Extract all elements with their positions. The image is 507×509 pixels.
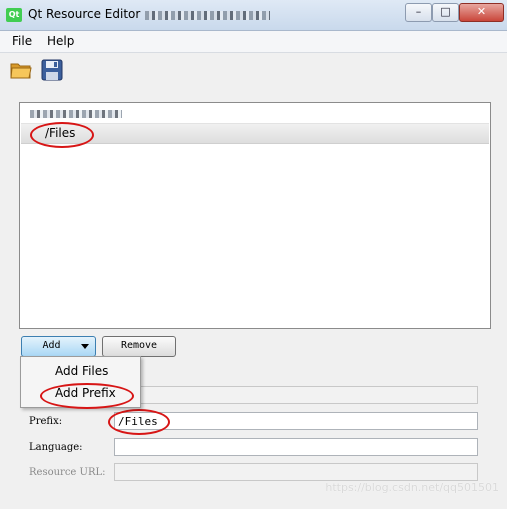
- watermark: https://blog.csdn.net/qq501501: [325, 481, 499, 494]
- prefix-label: Prefix:: [29, 416, 63, 427]
- open-folder-icon[interactable]: [9, 58, 33, 82]
- blurred-resource-file: [30, 110, 122, 118]
- chevron-down-icon: [81, 344, 89, 349]
- maximize-button[interactable]: □: [432, 3, 459, 22]
- annotation-ellipse-add-prefix: [40, 383, 134, 409]
- annotation-ellipse-prefix: [108, 409, 170, 435]
- remove-button[interactable]: Remove: [102, 336, 176, 357]
- menu-bar: File Help: [0, 31, 507, 53]
- minimize-button[interactable]: –: [405, 3, 432, 22]
- language-label: Language:: [29, 442, 83, 453]
- add-button[interactable]: Add: [21, 336, 96, 357]
- resource-url-label: Resource URL:: [29, 467, 106, 478]
- annotation-ellipse-tree: [30, 122, 94, 148]
- resource-url-field: [114, 463, 478, 481]
- toolbar: [0, 53, 507, 88]
- window-title: Qt Resource Editor: [28, 7, 141, 21]
- qt-logo-icon: Qt: [6, 8, 22, 22]
- blurred-title-filename: [145, 11, 270, 20]
- menu-item-add-files[interactable]: Add Files: [55, 364, 108, 378]
- close-button[interactable]: ✕: [459, 3, 504, 22]
- language-input[interactable]: [114, 438, 478, 456]
- menu-file[interactable]: File: [12, 34, 32, 48]
- title-bar: Qt Qt Resource Editor – □ ✕: [0, 0, 507, 31]
- add-button-label: Add: [42, 340, 61, 351]
- menu-help[interactable]: Help: [47, 34, 74, 48]
- save-disk-icon[interactable]: [40, 58, 64, 82]
- alias-field: [114, 386, 478, 404]
